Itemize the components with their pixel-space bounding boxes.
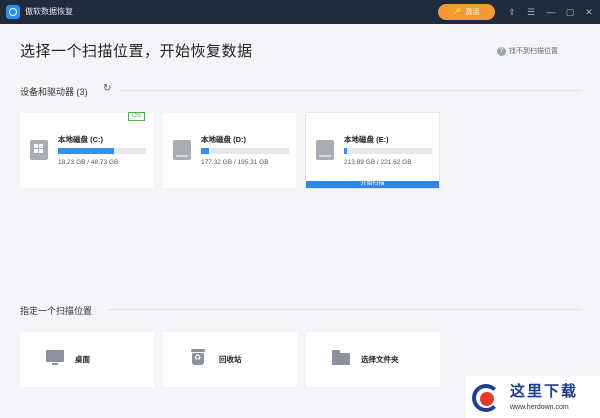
drive-name: 本地磁盘 (C:) xyxy=(58,135,103,144)
watermark-url: www.herdown.com xyxy=(510,404,569,411)
location-folder[interactable]: 选择文件夹 xyxy=(306,332,440,387)
drive-usage-bar xyxy=(58,148,146,154)
drive-size: 177.32 GB / 195.31 GB xyxy=(201,159,269,166)
drive-card-e[interactable]: 本地磁盘 (E:) 213.89 GB / 221.62 GB 开始扫描 xyxy=(306,113,439,188)
help-link[interactable]: ? 找不到扫描位置 xyxy=(497,46,558,56)
hard-drive-icon xyxy=(173,140,191,160)
help-link-label: 找不到扫描位置 xyxy=(509,48,558,55)
windows-drive-icon xyxy=(30,140,48,160)
os-badge: OS xyxy=(128,112,145,121)
menu-icon[interactable]: ☰ xyxy=(524,5,538,19)
minimize-icon[interactable]: — xyxy=(544,5,558,19)
drive-name: 本地磁盘 (D:) xyxy=(201,135,246,144)
hard-drive-icon xyxy=(316,140,334,160)
locations-divider xyxy=(108,309,582,310)
desktop-icon xyxy=(46,350,64,366)
title-bar: 傲软数据恢复 🔑 激活 ⇪ ☰ — ▢ ✕ xyxy=(0,0,600,24)
watermark-logo-icon xyxy=(472,380,502,414)
location-label: 桌面 xyxy=(75,355,90,364)
question-icon: ? xyxy=(497,46,506,56)
location-label: 选择文件夹 xyxy=(361,355,399,364)
drive-usage-fill xyxy=(58,148,115,154)
close-icon[interactable]: ✕ xyxy=(582,5,596,19)
app-title: 傲软数据恢复 xyxy=(25,7,73,16)
location-recycle-bin[interactable]: 回收站 xyxy=(163,332,297,387)
devices-section-title: 设备和驱动器 (3) xyxy=(20,87,88,97)
page-title: 选择一个扫描位置，开始恢复数据 xyxy=(20,43,253,60)
drive-size: 213.89 GB / 221.62 GB xyxy=(344,159,412,166)
drive-usage-bar xyxy=(344,148,432,154)
locations-section-title: 指定一个扫描位置 xyxy=(20,306,93,316)
app-logo-icon xyxy=(6,5,20,19)
drive-card-d[interactable]: 本地磁盘 (D:) 177.32 GB / 195.31 GB xyxy=(163,113,296,188)
drive-name: 本地磁盘 (E:) xyxy=(344,135,389,144)
refresh-icon[interactable]: ↻ xyxy=(103,84,113,94)
key-icon: 🔑 xyxy=(453,9,463,16)
export-icon[interactable]: ⇪ xyxy=(505,5,519,19)
location-desktop[interactable]: 桌面 xyxy=(20,332,154,387)
devices-divider xyxy=(120,90,582,91)
location-label: 回收站 xyxy=(219,355,242,364)
drive-usage-fill xyxy=(201,148,209,154)
drive-size: 18.23 GB / 48.73 GB xyxy=(58,159,119,166)
drive-usage-fill xyxy=(344,148,348,154)
watermark-text: 这里下载 xyxy=(510,382,579,400)
folder-icon xyxy=(332,350,350,365)
recycle-bin-icon xyxy=(191,349,205,365)
scan-button[interactable]: 开始扫描 xyxy=(306,181,439,188)
maximize-icon[interactable]: ▢ xyxy=(563,5,577,19)
activate-button[interactable]: 🔑 激活 xyxy=(438,4,495,20)
drive-card-c[interactable]: 本地磁盘 (C:) 18.23 GB / 48.73 GB xyxy=(20,113,153,188)
activate-label: 激活 xyxy=(465,9,480,16)
watermark: 这里下载 www.herdown.com xyxy=(466,376,600,418)
drive-usage-bar xyxy=(201,148,289,154)
